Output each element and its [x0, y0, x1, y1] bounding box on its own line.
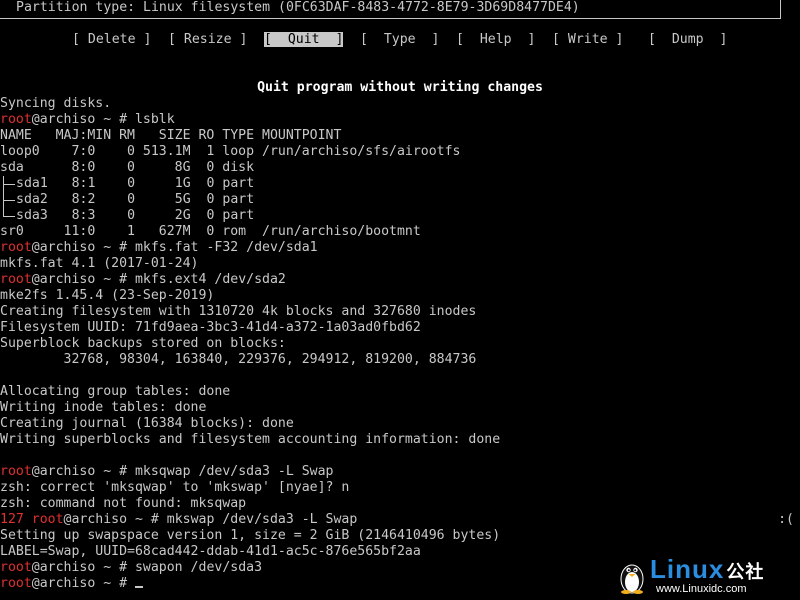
- terminal-line: mke2fs 1.45.4 (23-Sep-2019): [0, 288, 215, 303]
- terminal-line: Superblock backups stored on blocks:: [0, 336, 286, 351]
- terminal-line: LABEL=Swap, UUID=68cad442-ddab-41d1-ac5c…: [0, 544, 421, 559]
- lsblk-header: NAME MAJ:MIN RM SIZE RO TYPE MOUNTPOINT: [0, 128, 342, 143]
- terminal-line: 32768, 98304, 163840, 229376, 294912, 81…: [0, 352, 477, 367]
- lsblk-row: sda1 8:1 0 1G 0 part: [0, 176, 254, 192]
- prompt-error-code: 127: [0, 512, 32, 527]
- prompt-host: @archiso ~ #: [31, 464, 135, 479]
- delete-button[interactable]: [ Delete ]: [72, 32, 151, 48]
- prompt-host: @archiso ~ #: [63, 512, 167, 527]
- command-text: lsblk: [134, 112, 175, 127]
- command-text: swapon /dev/sda3: [134, 560, 263, 575]
- prompt-user: root: [0, 464, 32, 479]
- prompt-line: root@archiso ~ # swapon /dev/sda3: [0, 560, 262, 576]
- dump-button[interactable]: [ Dump ]: [648, 32, 727, 48]
- write-button[interactable]: [ Write ]: [552, 32, 623, 48]
- partition-type-text: Partition type: Linux filesystem (0FC63D…: [16, 0, 580, 15]
- command-text: mksqwap /dev/sda3 -L Swap: [134, 464, 334, 479]
- lsblk-row: sda 8:0 0 8G 0 disk: [0, 160, 255, 175]
- lsblk-row: loop0 7:0 0 513.1M 1 loop /run/archiso/s…: [0, 144, 461, 159]
- prompt-user: root: [0, 240, 32, 255]
- quit-button[interactable]: [ Quit ]: [264, 32, 344, 48]
- terminal-line: Filesystem UUID: 71fd9aea-3bc3-41d4-a372…: [0, 320, 421, 335]
- prompt-line: root@archiso ~ # mksqwap /dev/sda3 -L Sw…: [0, 464, 333, 480]
- tree-branch-icon: [0, 176, 16, 192]
- prompt-host: @archiso ~ #: [31, 576, 135, 591]
- prompt-user: root: [0, 576, 32, 591]
- prompt-host: @archiso ~ #: [31, 560, 135, 575]
- lsblk-row: sda3 8:3 0 2G 0 part: [0, 208, 254, 224]
- error-status-indicator: :(: [778, 512, 794, 527]
- prompt-line-active[interactable]: root@archiso ~ #: [0, 576, 143, 592]
- prompt-user: root: [0, 272, 32, 287]
- prompt-line: root@archiso ~ # mkfs.ext4 /dev/sda2: [0, 272, 286, 288]
- terminal-line: Syncing disks.: [0, 96, 112, 111]
- cfdisk-menu: [ Delete ] [ Resize ] [ Quit ] [ Type ] …: [0, 32, 800, 48]
- text-cursor: [134, 586, 143, 588]
- terminal-line: Writing inode tables: done: [0, 400, 207, 415]
- terminal-line: Writing superblocks and filesystem accou…: [0, 432, 501, 447]
- terminal-line: Allocating group tables: done: [0, 384, 231, 399]
- prompt-user: root: [0, 560, 32, 575]
- resize-button[interactable]: [ Resize ]: [168, 32, 247, 48]
- command-text: mkfs.fat -F32 /dev/sda1: [134, 240, 318, 255]
- watermark-url: www.Linuxidc.com: [656, 583, 747, 595]
- penguin-icon: [620, 564, 644, 594]
- terminal-line: Creating filesystem with 1310720 4k bloc…: [0, 304, 477, 319]
- watermark: Linux 公社 www.Linuxidc.com: [616, 554, 794, 596]
- prompt-line: 127 root@archiso ~ # mkswap /dev/sda3 -L…: [0, 512, 357, 528]
- terminal-line: mkfs.fat 4.1 (2017-01-24): [0, 256, 199, 271]
- tree-branch-icon: [0, 192, 16, 208]
- tree-branch-end-icon: [0, 208, 16, 224]
- terminal-line: zsh: command not found: mksqwap: [0, 496, 247, 511]
- prompt-host: @archiso ~ #: [31, 112, 135, 127]
- terminal-line: Setting up swapspace version 1, size = 2…: [0, 528, 501, 543]
- command-text: mkfs.ext4 /dev/sda2: [134, 272, 286, 287]
- lsblk-row: sda2 8:2 0 5G 0 part: [0, 192, 254, 208]
- terminal-line: Creating journal (16384 blocks): done: [0, 416, 294, 431]
- prompt-host: @archiso ~ #: [31, 240, 135, 255]
- prompt-user: root: [0, 112, 32, 127]
- lsblk-row: sr0 11:0 1 627M 0 rom /run/archiso/bootm…: [0, 224, 421, 239]
- prompt-host: @archiso ~ #: [31, 272, 135, 287]
- help-button[interactable]: [ Help ]: [456, 32, 535, 48]
- menu-hint: Quit program without writing changes: [257, 80, 543, 95]
- partition-info-box: Partition type: Linux filesystem (0FC63D…: [0, 0, 781, 19]
- prompt-user: root: [31, 512, 64, 527]
- command-text: mkswap /dev/sda3 -L Swap: [166, 512, 358, 527]
- type-button[interactable]: [ Type ]: [360, 32, 439, 48]
- terminal-line: zsh: correct 'mksqwap' to 'mkswap' [nyae…: [0, 480, 350, 495]
- prompt-line: root@archiso ~ # lsblk: [0, 112, 175, 128]
- prompt-line: root@archiso ~ # mkfs.fat -F32 /dev/sda1: [0, 240, 318, 256]
